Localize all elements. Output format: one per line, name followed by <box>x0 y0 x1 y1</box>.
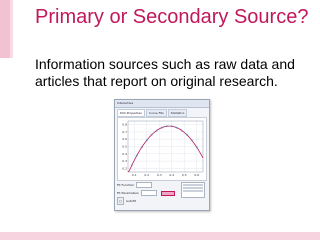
data-point <box>195 146 198 149</box>
y-tick-label: 0.3 <box>122 159 127 163</box>
data-point <box>130 164 133 167</box>
data-point <box>185 133 188 136</box>
autofit-checkbox: ▢ <box>117 197 124 205</box>
data-point <box>145 139 148 142</box>
y-tick-label: 0.2 <box>122 166 127 170</box>
x-tick-label: 0.1 <box>132 173 137 177</box>
data-point <box>180 129 183 132</box>
tab-plot-properties: Plot Properties <box>117 109 145 117</box>
x-tick-label: 0.3 <box>157 173 162 177</box>
fit-parameters-field <box>140 190 157 196</box>
highlight-bar <box>161 191 175 196</box>
tab-curve-fits: Curve Fits <box>145 109 167 117</box>
data-point <box>150 133 153 136</box>
fit-function-field <box>136 182 153 188</box>
autofit-label: Autofit <box>125 199 136 203</box>
fit-curve-line <box>127 125 204 173</box>
slide-title: Primary or Secondary Source? <box>35 6 309 28</box>
y-tick-label: 0.5 <box>122 145 127 149</box>
parameter-line <box>183 187 203 189</box>
data-point <box>170 125 173 128</box>
data-point <box>140 146 143 149</box>
fit-parameters-label: Fit Parameters <box>117 191 139 195</box>
tab-statistics: Statistics <box>167 109 188 117</box>
y-tick-label: 0.4 <box>122 152 127 156</box>
x-tick-label: 0.6 <box>194 173 199 177</box>
plot-area: 0.2 0.3 0.4 0.5 0.6 0.7 0.8 0.1 0.2 0.3 0.4 0.5 0.6 <box>117 117 207 181</box>
fit-function-row: Fit Function <box>117 182 153 188</box>
slide-body-text: Information sources such as raw data and… <box>35 56 295 89</box>
y-tick-label: 0.8 <box>122 123 127 127</box>
fit-parameters-row: Fit Parameters <box>117 190 157 196</box>
data-point <box>190 139 193 142</box>
fit-controls: Fit Function Fit Parameters ▢ Autofit <box>117 182 205 208</box>
data-point <box>165 125 168 128</box>
y-tick-label: 0.7 <box>122 130 127 134</box>
autofit-row: ▢ Autofit <box>117 197 136 205</box>
screenshot-window-title: Interactive <box>115 100 209 108</box>
x-tick-label: 0.5 <box>182 173 187 177</box>
data-point <box>160 126 163 129</box>
top-accent-band <box>0 0 13 58</box>
fit-function-label: Fit Function <box>117 183 135 187</box>
data-point <box>135 154 138 157</box>
bottom-accent-band <box>0 232 320 240</box>
parameter-table <box>181 182 205 198</box>
embedded-software-screenshot: Interactive Plot Properties Curve Fits S… <box>114 99 210 211</box>
parameter-line <box>183 184 203 186</box>
parameter-line <box>183 190 203 192</box>
x-tick-label: 0.2 <box>144 173 149 177</box>
parabola-chart: 0.2 0.3 0.4 0.5 0.6 0.7 0.8 0.1 0.2 0.3 0.4 0.5 0.6 <box>122 120 204 177</box>
x-tick-label: 0.4 <box>169 173 174 177</box>
data-point <box>155 129 158 132</box>
data-point <box>175 126 178 129</box>
y-tick-label: 0.6 <box>122 137 127 141</box>
